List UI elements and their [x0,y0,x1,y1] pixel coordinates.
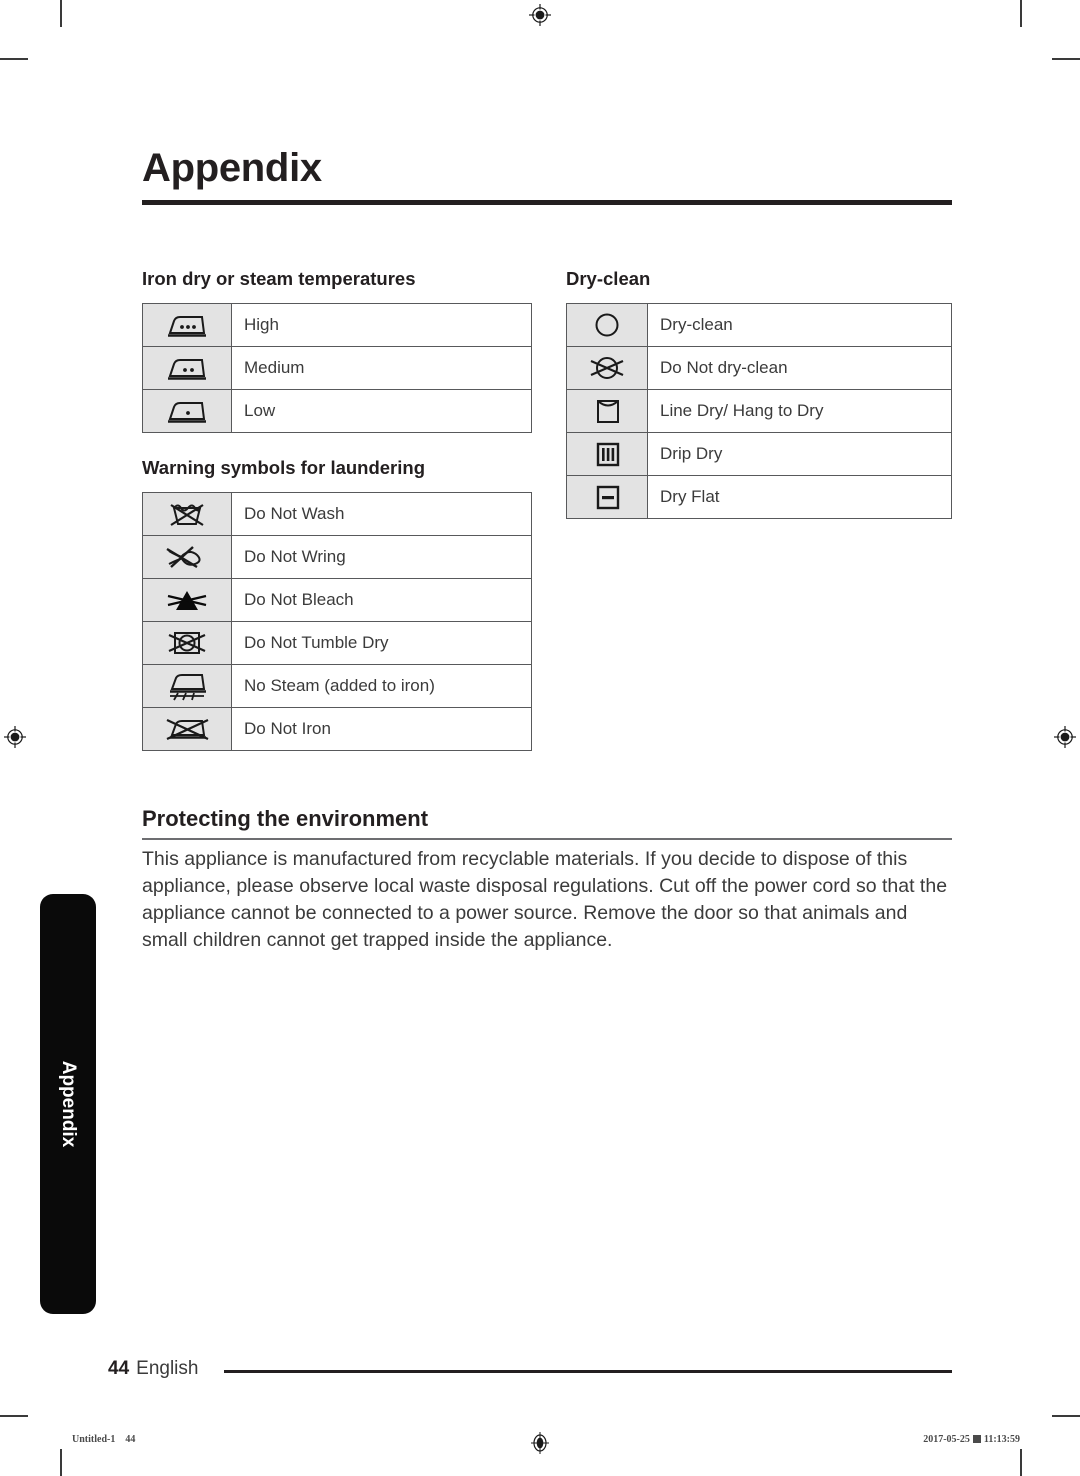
crop-mark-bottom-left [60,1449,62,1476]
section-heading-iron: Iron dry or steam temperatures [142,268,416,289]
table-row: Do Not Wring [142,535,532,579]
do-not-wash-icon [142,492,232,536]
table-row: No Steam (added to iron) [142,664,532,708]
iron-three-dots-icon [142,303,232,347]
dry-clean-table: Dry-clean Do Not dry-clean Line Dry/ Han… [566,303,952,519]
crop-mark-left-top [0,58,28,60]
iron-row-label: Medium [231,346,532,390]
dryclean-row-label: Drip Dry [647,432,952,476]
warning-row-label: Do Not Iron [231,707,532,751]
dryclean-row-label: Line Dry/ Hang to Dry [647,389,952,433]
press-slug-time: 11:13:59 [983,1434,1020,1445]
no-steam-icon [142,664,232,708]
crop-mark-right-top [1052,58,1080,60]
do-not-wring-icon [142,535,232,579]
table-row: Do Not dry-clean [566,346,952,390]
registration-mark-left-middle [4,726,26,748]
table-row: Line Dry/ Hang to Dry [566,389,952,433]
press-slug-file-label: Untitled-1 [72,1434,116,1445]
page-title: Appendix [142,146,322,190]
iron-row-label: High [231,303,532,347]
warning-symbols-table: Do Not Wash Do Not Wring Do Not Bleach D… [142,492,532,751]
dry-flat-icon [566,475,648,519]
table-row: High [142,303,532,347]
dry-clean-circle-icon [566,303,648,347]
footer-language: English [136,1358,199,1379]
warning-row-label: Do Not Wring [231,535,532,579]
page-footer-rule [224,1370,952,1373]
crop-mark-top-right [1020,0,1022,27]
press-slug-right: 2017-05-25 11:13:59 [923,1434,1020,1445]
page-footer: 44 English [108,1358,198,1380]
registration-mark-bottom-center [531,1432,549,1454]
iron-one-dot-icon [142,389,232,433]
table-row: Drip Dry [566,432,952,476]
crop-mark-top-left [60,0,62,27]
table-row: Dry Flat [566,475,952,519]
table-row: Do Not Bleach [142,578,532,622]
environment-body-text: This appliance is manufactured from recy… [142,848,948,951]
do-not-bleach-icon [142,578,232,622]
section-heading-environment-rule [142,838,952,840]
iron-row-label: Low [231,389,532,433]
dryclean-row-label: Dry-clean [647,303,952,347]
press-slug-date: 2017-05-25 [923,1434,970,1445]
warning-row-label: No Steam (added to iron) [231,664,532,708]
crop-mark-right-bottom [1052,1415,1080,1417]
press-slug-file-page: 44 [125,1434,136,1445]
crop-mark-bottom-right [1020,1449,1022,1476]
dryclean-row-label: Dry Flat [647,475,952,519]
section-heading-environment: Protecting the environment [142,806,429,831]
press-slug-left: Untitled-1 44 [72,1434,135,1445]
dryclean-row-label: Do Not dry-clean [647,346,952,390]
warning-row-label: Do Not Wash [231,492,532,536]
table-row: Do Not Tumble Dry [142,621,532,665]
table-row: Do Not Wash [142,492,532,536]
chapter-thumb-tab-label: Appendix [58,1060,79,1148]
manual-page: Appendix Iron dry or steam temperatures … [0,0,1080,1476]
footer-page-number: 44 [108,1358,130,1379]
iron-two-dots-icon [142,346,232,390]
table-row: Dry-clean [566,303,952,347]
chapter-thumb-tab: Appendix [40,894,96,1314]
do-not-tumble-dry-icon [142,621,232,665]
table-row: Low [142,389,532,433]
registration-mark-top-center [529,4,551,26]
do-not-iron-icon [142,707,232,751]
section-heading-warning: Warning symbols for laundering [142,457,426,478]
table-row: Do Not Iron [142,707,532,751]
line-dry-icon [566,389,648,433]
slug-glyph-box-icon [972,1435,981,1443]
do-not-dry-clean-icon [566,346,648,390]
registration-mark-right-middle [1054,726,1076,748]
drip-dry-icon [566,432,648,476]
table-row: Medium [142,346,532,390]
page-title-rule [142,200,952,205]
warning-row-label: Do Not Tumble Dry [231,621,532,665]
iron-temperature-table: High Medium Low [142,303,532,433]
section-heading-dryclean: Dry-clean [566,268,651,289]
crop-mark-left-bottom [0,1415,28,1417]
warning-row-label: Do Not Bleach [231,578,532,622]
